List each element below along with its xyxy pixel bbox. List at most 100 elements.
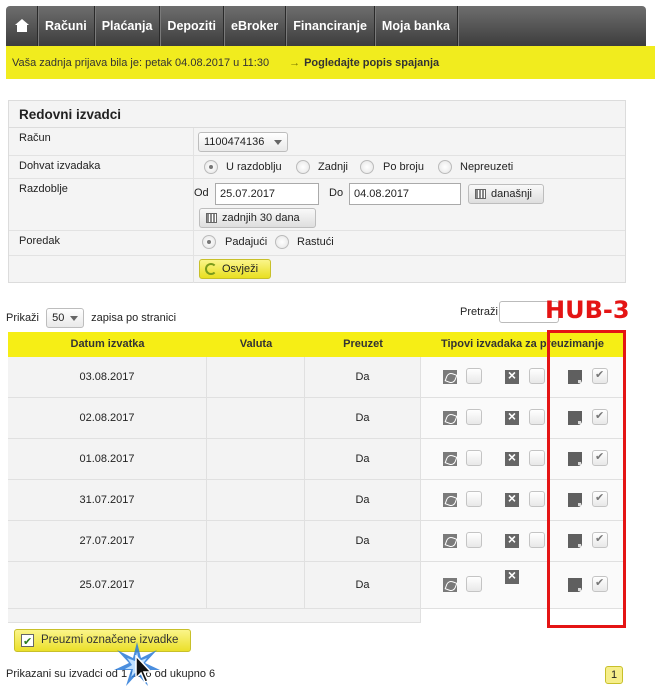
to-label: Do — [329, 187, 344, 199]
radio-label-padajuci: Padajući — [225, 236, 268, 248]
radio-label-nepreuzeti: Nepreuzeti — [460, 161, 514, 173]
table-row: 27.07.2017 Da — [8, 521, 624, 562]
today-button[interactable]: današnji — [468, 184, 544, 204]
nav-item-financiranje[interactable]: Financiranje — [286, 6, 375, 46]
pdf-checkbox[interactable] — [466, 450, 482, 466]
period-label: Razdoblje — [19, 183, 68, 195]
pdf-checkbox[interactable] — [466, 368, 482, 384]
radio-nepreuzeti[interactable] — [438, 160, 452, 174]
excel-checkbox[interactable] — [529, 532, 545, 548]
table-row: 01.08.2017 Da — [8, 439, 624, 480]
excel-checkbox[interactable] — [529, 368, 545, 384]
radio-label-rastuci: Rastući — [297, 236, 334, 248]
table-row: 02.08.2017 Da — [8, 398, 624, 439]
last-30-days-button[interactable]: zadnjih 30 dana — [199, 208, 316, 228]
page-size-select[interactable]: 50 — [46, 308, 85, 328]
nav-item-moja-banka[interactable]: Moja banka — [375, 6, 458, 46]
download-selected-button[interactable]: Preuzmi označene izvadke — [14, 629, 191, 653]
chevron-down-icon — [274, 140, 282, 145]
search-label: Pretraži — [460, 306, 498, 318]
radio-label-u-razdoblju: U razdoblju — [226, 161, 282, 173]
table-row: 03.08.2017 Da — [8, 357, 624, 398]
radio-label-zadnji: Zadnji — [318, 161, 348, 173]
pdf-icon — [443, 452, 457, 466]
order-row: Poredak Padajući Rastući — [9, 231, 625, 256]
statement-filter-panel: Redovni izvadci Račun 1100474136 Dohvat … — [8, 100, 626, 283]
pdf-checkbox[interactable] — [466, 491, 482, 507]
nav-item-placanja[interactable]: Plaćanja — [95, 6, 161, 46]
row-date: 25.07.2017 — [79, 579, 135, 591]
account-label: Račun — [19, 132, 51, 144]
radio-rastuci[interactable] — [275, 235, 289, 249]
refresh-icon — [205, 263, 217, 275]
page-1-button[interactable]: 1 — [605, 666, 623, 684]
excel-icon — [505, 449, 519, 466]
pdf-checkbox[interactable] — [466, 576, 482, 592]
row-downloaded: Da — [355, 412, 370, 424]
period-row: Razdoblje Od 25.07.2017 Do 04.08.2017 da… — [9, 179, 625, 231]
header-valuta[interactable]: Valuta — [207, 332, 305, 357]
table-footer-spacer — [8, 609, 421, 623]
radio-u-razdoblju[interactable] — [204, 160, 218, 174]
refresh-button[interactable]: Osvježi — [199, 259, 271, 279]
nav-item-racuni[interactable]: Računi — [38, 6, 95, 46]
row-date: 03.08.2017 — [79, 371, 135, 383]
row-downloaded: Da — [355, 535, 370, 547]
radio-po-broju[interactable] — [360, 160, 374, 174]
table-header: Datum izvatka Valuta Preuzet Tipovi izva… — [8, 332, 624, 357]
pdf-checkbox[interactable] — [466, 532, 482, 548]
row-date: 31.07.2017 — [79, 494, 135, 506]
nav-item-ebroker[interactable]: eBroker — [224, 6, 287, 46]
page-size-control: Prikaži 50 zapisa po stranici — [6, 308, 176, 328]
excel-icon — [505, 567, 519, 584]
last-login-text: Vaša zadnja prijava bila je: petak 04.08… — [12, 56, 270, 69]
pdf-icon — [443, 493, 457, 507]
account-select-value: 1100474136 — [204, 136, 265, 148]
row-date: 02.08.2017 — [79, 412, 135, 424]
pdf-icon — [443, 370, 457, 384]
excel-checkbox[interactable] — [529, 491, 545, 507]
pdf-icon — [443, 578, 457, 592]
header-datum[interactable]: Datum izvatka — [8, 332, 207, 357]
main-nav: Računi Plaćanja Depoziti eBroker Financi… — [6, 6, 646, 46]
calendar-icon — [475, 189, 486, 199]
excel-checkbox[interactable] — [529, 409, 545, 425]
fetch-label: Dohvat izvadaka — [19, 160, 101, 172]
excel-icon — [505, 490, 519, 507]
table-row: 25.07.2017 Da — [8, 562, 624, 609]
excel-checkbox[interactable] — [529, 450, 545, 466]
table-row: 31.07.2017 Da — [8, 480, 624, 521]
row-date: 01.08.2017 — [79, 453, 135, 465]
page-size-value: 50 — [52, 312, 65, 324]
fetch-row: Dohvat izvadaka U razdoblju Zadnji Po br… — [9, 156, 625, 179]
refresh-row: Osvježi — [9, 256, 625, 283]
account-row: Račun 1100474136 — [9, 128, 625, 156]
from-label: Od — [194, 187, 209, 199]
row-downloaded: Da — [355, 494, 370, 506]
today-button-label: današnji — [491, 188, 532, 200]
hub3-annotation-label: HUB-3 — [545, 296, 630, 324]
excel-icon — [505, 408, 519, 425]
arrow-right-icon: → — [289, 56, 301, 69]
radio-zadnji[interactable] — [296, 160, 310, 174]
refresh-button-label: Osvježi — [222, 263, 259, 275]
pdf-icon — [443, 534, 457, 548]
row-downloaded: Da — [355, 453, 370, 465]
statements-table: 03.08.2017 Da 02.08.2017 Da 01.08.2017 D… — [8, 357, 624, 623]
pdf-checkbox[interactable] — [466, 409, 482, 425]
row-downloaded: Da — [355, 371, 370, 383]
mouse-cursor-icon — [135, 655, 153, 683]
home-button[interactable] — [6, 6, 38, 46]
order-label: Poredak — [19, 235, 60, 247]
header-preuzet[interactable]: Preuzet — [305, 332, 421, 357]
connections-link[interactable]: Pogledajte popis spajanja — [304, 57, 439, 69]
to-date-input[interactable]: 04.08.2017 — [349, 183, 461, 205]
results-summary: Prikazani su izvadci od 1 do 6 od ukupno… — [6, 668, 216, 680]
account-select[interactable]: 1100474136 — [198, 132, 288, 152]
nav-item-depoziti[interactable]: Depoziti — [160, 6, 225, 46]
radio-padajuci[interactable] — [202, 235, 216, 249]
from-date-input[interactable]: 25.07.2017 — [215, 183, 319, 205]
per-page-label: zapisa po stranici — [91, 312, 177, 324]
panel-title: Redovni izvadci — [9, 101, 625, 128]
last-30-days-label: zadnjih 30 dana — [222, 212, 300, 224]
